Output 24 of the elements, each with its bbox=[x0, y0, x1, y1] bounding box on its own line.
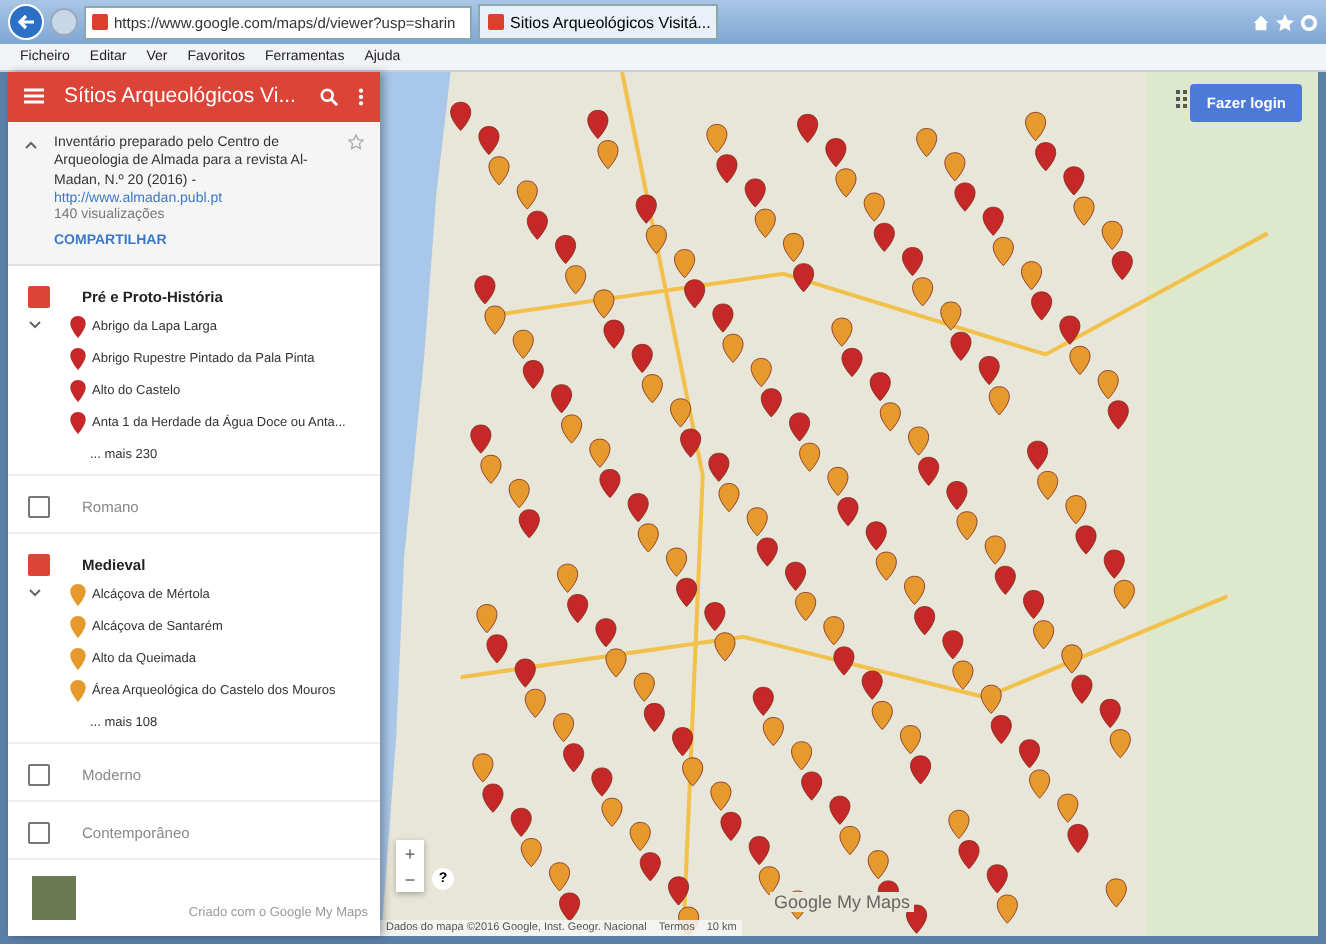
back-arrow-icon bbox=[16, 12, 36, 32]
back-button[interactable] bbox=[8, 4, 44, 40]
layer-checkbox[interactable] bbox=[28, 763, 50, 785]
expand-icon[interactable] bbox=[28, 588, 42, 598]
layer-checkbox[interactable] bbox=[28, 553, 50, 575]
layer-checkbox[interactable] bbox=[28, 821, 50, 843]
more-options-icon[interactable] bbox=[358, 87, 364, 106]
map-title: Sítios Arqueológicos Vi... bbox=[64, 84, 298, 109]
star-icon[interactable] bbox=[348, 133, 364, 149]
layer-checkbox[interactable] bbox=[28, 495, 50, 517]
search-icon[interactable] bbox=[320, 87, 338, 106]
menu-icon[interactable] bbox=[24, 88, 44, 105]
satellite-thumbnail[interactable] bbox=[32, 876, 76, 920]
map-logo: Google My Maps bbox=[770, 892, 915, 912]
home-icon[interactable] bbox=[1252, 13, 1270, 31]
layer-checkbox[interactable] bbox=[28, 285, 50, 307]
zoom-in-button[interactable]: + bbox=[396, 840, 424, 866]
expand-icon[interactable] bbox=[28, 320, 42, 330]
collapse-icon[interactable] bbox=[24, 139, 38, 149]
map-drawing[interactable] bbox=[380, 72, 1318, 936]
settings-icon[interactable] bbox=[1300, 13, 1318, 31]
star-icon[interactable] bbox=[1276, 13, 1294, 31]
browser-tab[interactable]: Sitios Arqueológicos Visitá... bbox=[478, 4, 718, 40]
zoom-out-button[interactable]: − bbox=[396, 866, 424, 892]
